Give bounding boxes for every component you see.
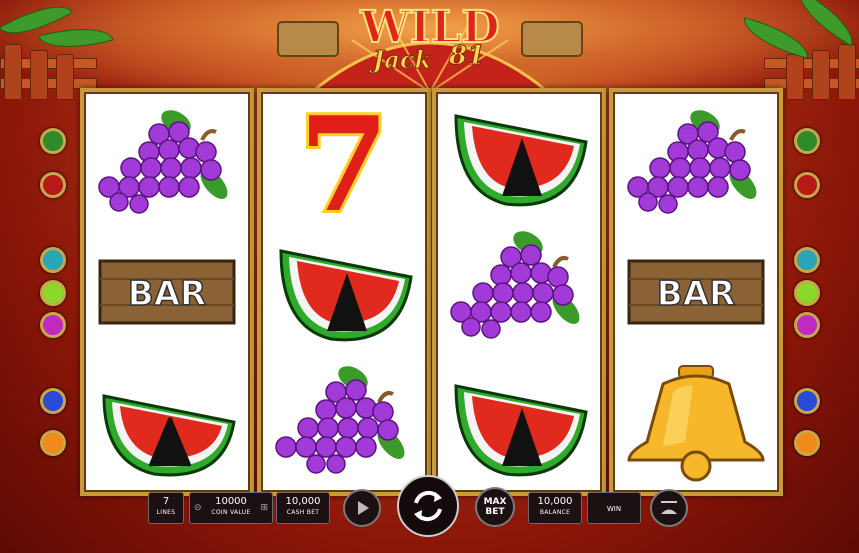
reel-1: BAR bbox=[80, 88, 254, 496]
seven-symbol: 7 bbox=[261, 92, 427, 222]
watermelon-symbol bbox=[436, 92, 602, 222]
spin-arrows-icon bbox=[414, 490, 442, 522]
seven-text: 7 bbox=[299, 92, 389, 222]
lines-value: 7 bbox=[162, 496, 170, 507]
grapes-symbol bbox=[436, 227, 602, 357]
bell-symbol bbox=[613, 362, 779, 492]
coin-value-selector[interactable]: ⊝ 10000 COIN VALUE ⊞ bbox=[189, 492, 273, 524]
payline-gem bbox=[40, 430, 66, 456]
bar-text: BAR bbox=[128, 274, 206, 314]
cash-bet-value: 10,000 bbox=[285, 496, 321, 507]
watermelon-symbol bbox=[84, 362, 250, 492]
reel-4: BAR bbox=[609, 88, 783, 496]
lines-label: LINES bbox=[156, 509, 176, 516]
grapes-symbol bbox=[613, 92, 779, 222]
reel-2: 7 bbox=[257, 88, 431, 496]
logo-81-text: 81 bbox=[448, 41, 485, 71]
menu-icon bbox=[661, 501, 677, 514]
watermelon-symbol bbox=[436, 362, 602, 492]
lines-display[interactable]: 7 LINES bbox=[148, 492, 184, 524]
balance-label: BALANCE bbox=[539, 509, 571, 516]
bar-text: BAR bbox=[657, 274, 735, 314]
cash-bet-label: CASH BET bbox=[286, 509, 320, 516]
win-label: WIN bbox=[606, 505, 622, 513]
payline-gem bbox=[794, 312, 820, 338]
payline-gem bbox=[40, 388, 66, 414]
payline-gem bbox=[794, 280, 820, 306]
balance-display: 10,000 BALANCE bbox=[528, 492, 582, 524]
bar-symbol: BAR bbox=[84, 227, 250, 357]
autoplay-button[interactable] bbox=[343, 489, 381, 527]
payline-gem bbox=[40, 247, 66, 273]
spin-button[interactable] bbox=[397, 475, 459, 537]
payline-gem bbox=[40, 280, 66, 306]
game-logo: WILD Jack 81 bbox=[272, 0, 588, 92]
payline-gem bbox=[40, 312, 66, 338]
bar-symbol: BAR bbox=[613, 227, 779, 357]
cash-bet-display: 10,000 CASH BET bbox=[276, 492, 330, 524]
payline-gem bbox=[794, 430, 820, 456]
balance-value: 10,000 bbox=[537, 496, 573, 507]
max-bet-label: MAX bbox=[483, 497, 507, 507]
payline-gem bbox=[794, 388, 820, 414]
payline-gem bbox=[794, 172, 820, 198]
plus-icon[interactable]: ⊞ bbox=[260, 503, 268, 513]
max-bet-label: BET bbox=[485, 507, 505, 517]
payline-gem bbox=[794, 128, 820, 154]
grapes-symbol bbox=[261, 362, 427, 492]
grapes-symbol bbox=[84, 92, 250, 222]
payline-gem bbox=[40, 172, 66, 198]
payline-gem bbox=[40, 128, 66, 154]
logo-jack-text: Jack bbox=[369, 45, 431, 74]
payline-gem bbox=[794, 247, 820, 273]
play-icon bbox=[358, 501, 369, 515]
reel-3 bbox=[432, 88, 606, 496]
menu-button[interactable] bbox=[650, 489, 688, 527]
minus-icon[interactable]: ⊝ bbox=[194, 503, 202, 513]
watermelon-symbol bbox=[261, 227, 427, 357]
win-display: WIN bbox=[587, 492, 641, 524]
max-bet-button[interactable]: MAX BET bbox=[475, 487, 515, 527]
